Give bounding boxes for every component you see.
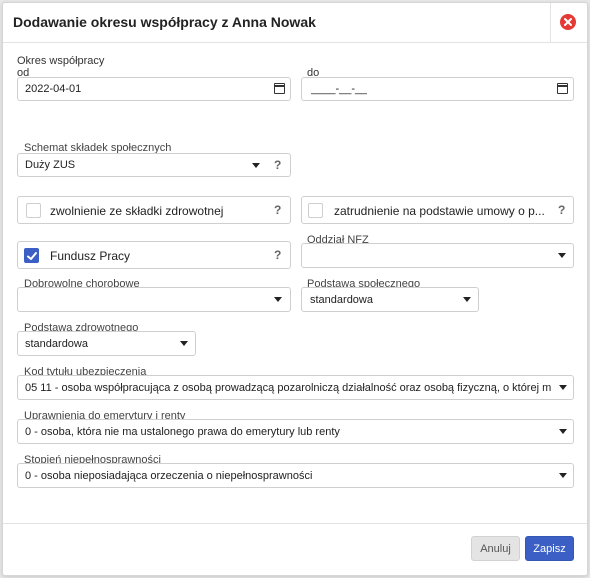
dialog-title: Dodawanie okresu współpracy z Anna Nowak xyxy=(13,14,316,30)
health-exempt-checkbox-row[interactable]: zwolnienie ze składki zdrowotnej ? xyxy=(17,196,291,224)
scheme-value: Duży ZUS xyxy=(25,159,76,171)
calendar-icon[interactable] xyxy=(557,83,568,94)
chevron-down-icon xyxy=(274,297,282,302)
help-icon[interactable]: ? xyxy=(274,203,281,217)
disability-select[interactable]: 0 - osoba nieposiadająca orzeczenia o ni… xyxy=(17,463,574,488)
help-icon[interactable]: ? xyxy=(274,248,281,262)
scheme-select[interactable]: Duży ZUS ? xyxy=(17,153,291,177)
chevron-down-icon xyxy=(463,297,471,302)
chevron-down-icon xyxy=(558,253,566,258)
dialog-header: Dodawanie okresu współpracy z Anna Nowak xyxy=(3,3,587,43)
to-date-input[interactable]: ____-__-__ xyxy=(301,77,574,101)
employment-label: zatrudnienie na podstawie umowy o p... xyxy=(334,204,544,218)
employment-checkbox-row[interactable]: zatrudnienie na podstawie umowy o p... ? xyxy=(301,196,574,224)
chevron-down-icon xyxy=(559,385,567,390)
chevron-down-icon xyxy=(180,341,188,346)
labor-fund-label: Fundusz Pracy xyxy=(50,249,131,263)
help-icon[interactable]: ? xyxy=(558,203,565,217)
period-section-label: Okres współpracy xyxy=(17,55,105,67)
disability-value: 0 - osoba nieposiadająca orzeczenia o ni… xyxy=(25,469,313,482)
pension-select[interactable]: 0 - osoba, która nie ma ustalonego prawa… xyxy=(17,419,574,444)
health-base-value: standardowa xyxy=(25,337,88,350)
save-button[interactable]: Zapisz xyxy=(525,536,574,561)
footer-divider xyxy=(3,523,587,524)
insurance-code-select[interactable]: 05 11 - osoba współpracująca z osobą pro… xyxy=(17,375,574,400)
help-icon[interactable]: ? xyxy=(274,158,281,172)
insurance-code-value: 05 11 - osoba współpracująca z osobą pro… xyxy=(25,381,552,394)
pension-value: 0 - osoba, która nie ma ustalonego prawa… xyxy=(25,425,340,438)
labor-fund-checkbox-row[interactable]: Fundusz Pracy ? xyxy=(17,241,291,269)
chevron-down-icon xyxy=(559,473,567,478)
from-date-input[interactable]: 2022-04-01 xyxy=(17,77,291,101)
health-exempt-checkbox[interactable] xyxy=(26,203,41,218)
employment-checkbox[interactable] xyxy=(308,203,323,218)
from-date-value: 2022-04-01 xyxy=(25,83,82,95)
labor-fund-checkbox[interactable] xyxy=(24,248,39,263)
cancel-button[interactable]: Anuluj xyxy=(471,536,520,561)
nfz-select[interactable] xyxy=(301,243,574,268)
health-exempt-label: zwolnienie ze składki zdrowotnej xyxy=(50,204,224,218)
dialog: Dodawanie okresu współpracy z Anna Nowak… xyxy=(2,2,588,576)
social-base-value: standardowa xyxy=(310,293,373,306)
chevron-down-icon xyxy=(559,429,567,434)
sickness-select[interactable] xyxy=(17,287,291,312)
close-icon[interactable] xyxy=(560,14,576,30)
social-base-select[interactable]: standardowa xyxy=(301,287,479,312)
to-date-value: ____-__-__ xyxy=(311,83,368,95)
chevron-down-icon xyxy=(252,163,260,168)
calendar-icon[interactable] xyxy=(274,83,285,94)
header-divider xyxy=(550,3,551,43)
health-base-select[interactable]: standardowa xyxy=(17,331,196,356)
